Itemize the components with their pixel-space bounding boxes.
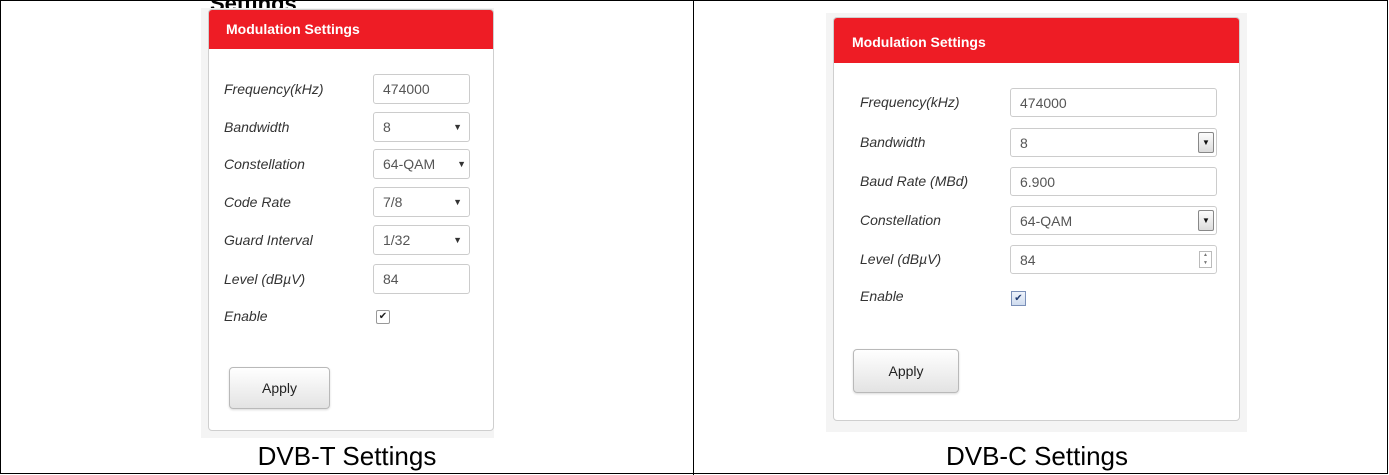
dvbt-bandwidth-value: 8 (383, 119, 391, 135)
dvbt-enable-label: Enable (224, 308, 268, 324)
dvbt-guard-interval-select[interactable]: 1/32 ▼ (373, 225, 470, 255)
column-divider (693, 0, 694, 475)
dvbc-modulation-panel: Modulation Settings Frequency(kHz) 47400… (833, 17, 1240, 421)
dvbc-frequency-value: 474000 (1020, 94, 1067, 111)
dvbc-panel-header: Modulation Settings (834, 18, 1239, 63)
chevron-down-icon: ▼ (453, 235, 462, 245)
dvbt-frequency-input[interactable]: 474000 (373, 74, 470, 104)
chevron-down-icon: ▼ (453, 197, 462, 207)
dvbt-enable-checkbox[interactable]: ✔ (376, 310, 390, 324)
dvbt-frequency-value: 474000 (383, 81, 430, 97)
dvbt-level-value: 84 (383, 271, 399, 287)
dvbc-frequency-input[interactable]: 474000 (1010, 88, 1217, 117)
spinner-down-icon[interactable]: ▼ (1200, 260, 1211, 268)
dvbt-frequency-label: Frequency(kHz) (224, 81, 324, 97)
dvbt-level-input[interactable]: 84 (373, 264, 470, 294)
dvbt-guard-interval-label: Guard Interval (224, 232, 313, 248)
dvbt-guard-interval-value: 1/32 (383, 232, 411, 248)
dvbc-baud-rate-input[interactable]: 6.900 (1010, 167, 1217, 196)
chevron-down-icon: ▼ (1198, 132, 1214, 153)
dvbt-bandwidth-label: Bandwidth (224, 119, 290, 135)
dvbt-modulation-panel: Modulation Settings Frequency(kHz) 47400… (208, 9, 494, 431)
dvbc-level-value: 84 (1020, 251, 1036, 268)
dvbc-constellation-select[interactable]: 64-QAM ▼ (1010, 206, 1217, 235)
spinner-icon[interactable]: ▲ ▼ (1199, 251, 1212, 268)
dvbc-bandwidth-value: 8 (1020, 134, 1028, 151)
dvbc-level-input[interactable]: 84 ▲ ▼ (1010, 245, 1217, 274)
dvbt-constellation-value: 64-QAM (383, 156, 436, 172)
dvbc-enable-checkbox[interactable]: ✔ (1011, 291, 1026, 306)
dvbt-screenshot: Modulation Settings Frequency(kHz) 47400… (201, 8, 494, 438)
dvbc-bandwidth-label: Bandwidth (860, 134, 926, 150)
dvbt-apply-button[interactable]: Apply (229, 367, 330, 409)
chevron-down-icon: ▼ (453, 122, 462, 132)
dvbc-caption: DVB-C Settings (945, 441, 1129, 471)
dvbc-apply-button[interactable]: Apply (853, 349, 959, 393)
dvbc-baud-rate-label: Baud Rate (MBd) (860, 173, 969, 189)
checkmark-icon: ✔ (378, 311, 388, 322)
dvbt-code-rate-value: 7/8 (383, 194, 403, 210)
dvbc-frequency-label: Frequency(kHz) (860, 94, 960, 110)
dvbt-panel-header: Modulation Settings (209, 10, 493, 49)
dvbc-baud-rate-value: 6.900 (1020, 173, 1056, 190)
dvbc-constellation-value: 64-QAM (1020, 212, 1073, 229)
dvbc-level-label: Level (dBµV) (860, 251, 942, 267)
chevron-down-icon: ▼ (457, 159, 466, 169)
dvbt-code-rate-select[interactable]: 7/8 ▼ (373, 187, 470, 217)
dvbc-bandwidth-select[interactable]: 8 ▼ (1010, 128, 1217, 157)
dvbc-constellation-label: Constellation (860, 212, 941, 228)
chevron-down-icon: ▼ (1198, 210, 1214, 231)
dvbt-level-label: Level (dBµV) (224, 271, 306, 287)
dvbc-screenshot: Modulation Settings Frequency(kHz) 47400… (826, 13, 1247, 432)
dvbt-constellation-label: Constellation (224, 156, 305, 172)
dvbc-enable-label: Enable (860, 288, 904, 304)
spinner-up-icon[interactable]: ▲ (1200, 252, 1211, 260)
dvbt-constellation-select[interactable]: 64-QAM ▼ (373, 149, 470, 179)
dvbt-code-rate-label: Code Rate (224, 194, 291, 210)
dvbt-bandwidth-select[interactable]: 8 ▼ (373, 112, 470, 142)
checkmark-icon: ✔ (1014, 293, 1023, 304)
dvbt-caption: DVB-T Settings (257, 441, 437, 471)
